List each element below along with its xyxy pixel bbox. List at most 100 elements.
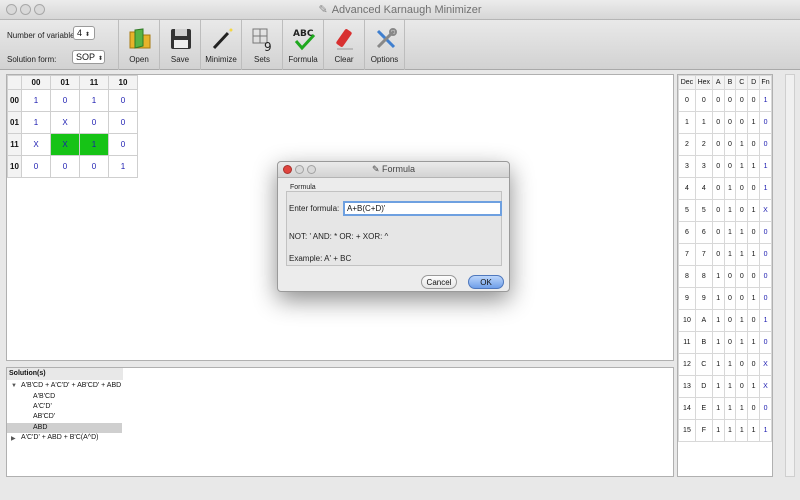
- sets-button[interactable]: 9 Sets: [241, 20, 282, 70]
- truth-b: 1: [723, 419, 737, 442]
- formula-input[interactable]: A+B(C+D)': [343, 201, 502, 216]
- truth-a: 1: [711, 331, 725, 354]
- truth-table-row[interactable]: 9910010: [678, 287, 772, 310]
- kmap-cell[interactable]: X: [21, 133, 51, 156]
- truth-fn[interactable]: 0: [759, 133, 772, 156]
- kmap-cell[interactable]: 0: [21, 155, 51, 178]
- truth-table-row[interactable]: 10 A 1 0 1 0 1: [678, 309, 772, 332]
- kmap-col-header: 00: [21, 75, 51, 90]
- truth-table-row[interactable]: 15 F 1 1 1 1 1: [678, 419, 772, 442]
- truth-hex: 4: [694, 177, 713, 200]
- truth-fn[interactable]: X: [759, 375, 772, 398]
- save-button[interactable]: Save: [159, 20, 200, 70]
- num-vars-stepper[interactable]: 4 ⬍: [73, 26, 95, 40]
- truth-d: 1: [747, 287, 761, 310]
- kmap-cell[interactable]: 1: [21, 111, 51, 134]
- kmap-cell-highlighted[interactable]: X: [50, 133, 80, 156]
- kmap-cell[interactable]: 0: [108, 111, 138, 134]
- truth-table-row[interactable]: 550101X: [678, 199, 772, 222]
- truth-fn[interactable]: 0: [759, 111, 772, 134]
- truth-fn[interactable]: 0: [759, 287, 772, 310]
- kmap-cell[interactable]: 1: [108, 155, 138, 178]
- truth-table-row[interactable]: 0000001: [678, 89, 772, 112]
- kmap-cell[interactable]: X: [50, 111, 80, 134]
- kmap-col-header: 11: [79, 75, 109, 90]
- truth-fn[interactable]: 0: [759, 265, 772, 288]
- truth-table-row[interactable]: 6601100: [678, 221, 772, 244]
- clear-button[interactable]: Clear: [323, 20, 364, 70]
- truth-fn[interactable]: 1: [759, 89, 772, 112]
- truth-b: 0: [723, 331, 737, 354]
- solution-term[interactable]: A'C'D': [33, 403, 52, 410]
- truth-header-d: D: [747, 75, 761, 90]
- truth-fn[interactable]: 1: [759, 309, 772, 332]
- truth-c: 1: [735, 331, 749, 354]
- truth-a: 1: [711, 375, 725, 398]
- kmap-cell[interactable]: 0: [108, 89, 138, 112]
- truth-a: 1: [711, 353, 725, 376]
- kmap-cell[interactable]: 0: [108, 133, 138, 156]
- truth-c: 1: [735, 155, 749, 178]
- truth-table-scrollbar[interactable]: [785, 74, 795, 477]
- truth-table-row[interactable]: 7701110: [678, 243, 772, 266]
- truth-a: 0: [711, 133, 725, 156]
- formula-dialog: ✎ Formula Formula Enter formula: A+B(C+D…: [277, 161, 510, 292]
- kmap-cell[interactable]: 0: [50, 89, 80, 112]
- options-button[interactable]: Options: [364, 20, 405, 70]
- minimize-button[interactable]: Minimize: [200, 20, 241, 70]
- solution-item[interactable]: A'B'CD + A'C'D' + AB'CD' + ABD: [21, 382, 121, 389]
- cancel-button[interactable]: Cancel: [421, 275, 457, 289]
- solution-item[interactable]: A'C'D' + ABD + B'C(A^D): [21, 434, 98, 441]
- solution-form-select[interactable]: SOP ⬍: [72, 50, 105, 64]
- truth-fn[interactable]: 0: [759, 221, 772, 244]
- kmap-cell[interactable]: 0: [79, 155, 109, 178]
- truth-a: 0: [711, 199, 725, 222]
- collapsed-triangle-icon[interactable]: ▶: [11, 435, 16, 442]
- truth-c: 1: [735, 221, 749, 244]
- expanded-triangle-icon[interactable]: ▼: [11, 383, 17, 389]
- toolbar: Number of variables: 4 ⬍ Solution form: S…: [0, 20, 800, 70]
- truth-hex: B: [694, 331, 713, 354]
- feather-icon: ✎: [318, 4, 328, 16]
- truth-fn[interactable]: 1: [759, 177, 772, 200]
- truth-d: 0: [747, 309, 761, 332]
- truth-fn[interactable]: 1: [759, 419, 772, 442]
- truth-table-row[interactable]: 2200100: [678, 133, 772, 156]
- truth-fn[interactable]: 1: [759, 155, 772, 178]
- truth-dec: 5: [678, 199, 696, 222]
- truth-fn[interactable]: X: [759, 199, 772, 222]
- feather-icon: ✎: [371, 164, 383, 174]
- kmap-cell[interactable]: 1: [79, 89, 109, 112]
- kmap-cell[interactable]: 0: [79, 111, 109, 134]
- truth-fn[interactable]: 0: [759, 397, 772, 420]
- truth-table-row[interactable]: 12 C 1 1 0 0 X: [678, 353, 772, 376]
- solution-term[interactable]: A'B'CD: [33, 393, 55, 400]
- solution-term-selected[interactable]: ABD: [33, 424, 47, 431]
- solution-term[interactable]: AB'CD': [33, 413, 55, 420]
- truth-d: 0: [747, 353, 761, 376]
- truth-table-row[interactable]: 1100010: [678, 111, 772, 134]
- kmap-cell[interactable]: 1: [21, 89, 51, 112]
- truth-d: 0: [747, 397, 761, 420]
- truth-fn[interactable]: 0: [759, 331, 772, 354]
- truth-dec: 14: [678, 397, 696, 420]
- open-button[interactable]: Open: [118, 20, 159, 70]
- kmap-cell[interactable]: 0: [50, 155, 80, 178]
- truth-table-row[interactable]: 13 D 1 1 0 1 X: [678, 375, 772, 398]
- truth-dec: 1: [678, 111, 696, 134]
- truth-table-row[interactable]: 14 E 1 1 1 0 0: [678, 397, 772, 420]
- ok-button[interactable]: OK: [468, 275, 504, 289]
- truth-fn[interactable]: 0: [759, 243, 772, 266]
- truth-c: 0: [735, 265, 749, 288]
- truth-fn[interactable]: X: [759, 353, 772, 376]
- truth-a: 1: [711, 309, 725, 332]
- truth-hex: 9: [694, 287, 713, 310]
- truth-hex: 2: [694, 133, 713, 156]
- formula-button[interactable]: ABC Formula: [282, 20, 323, 70]
- truth-table-row[interactable]: 3300111: [678, 155, 772, 178]
- truth-table-row[interactable]: 4401001: [678, 177, 772, 200]
- kmap-cell-highlighted[interactable]: 1: [79, 133, 109, 156]
- truth-a: 1: [711, 397, 725, 420]
- truth-table-row[interactable]: 11 B 1 0 1 1 0: [678, 331, 772, 354]
- truth-table-row[interactable]: 8810000: [678, 265, 772, 288]
